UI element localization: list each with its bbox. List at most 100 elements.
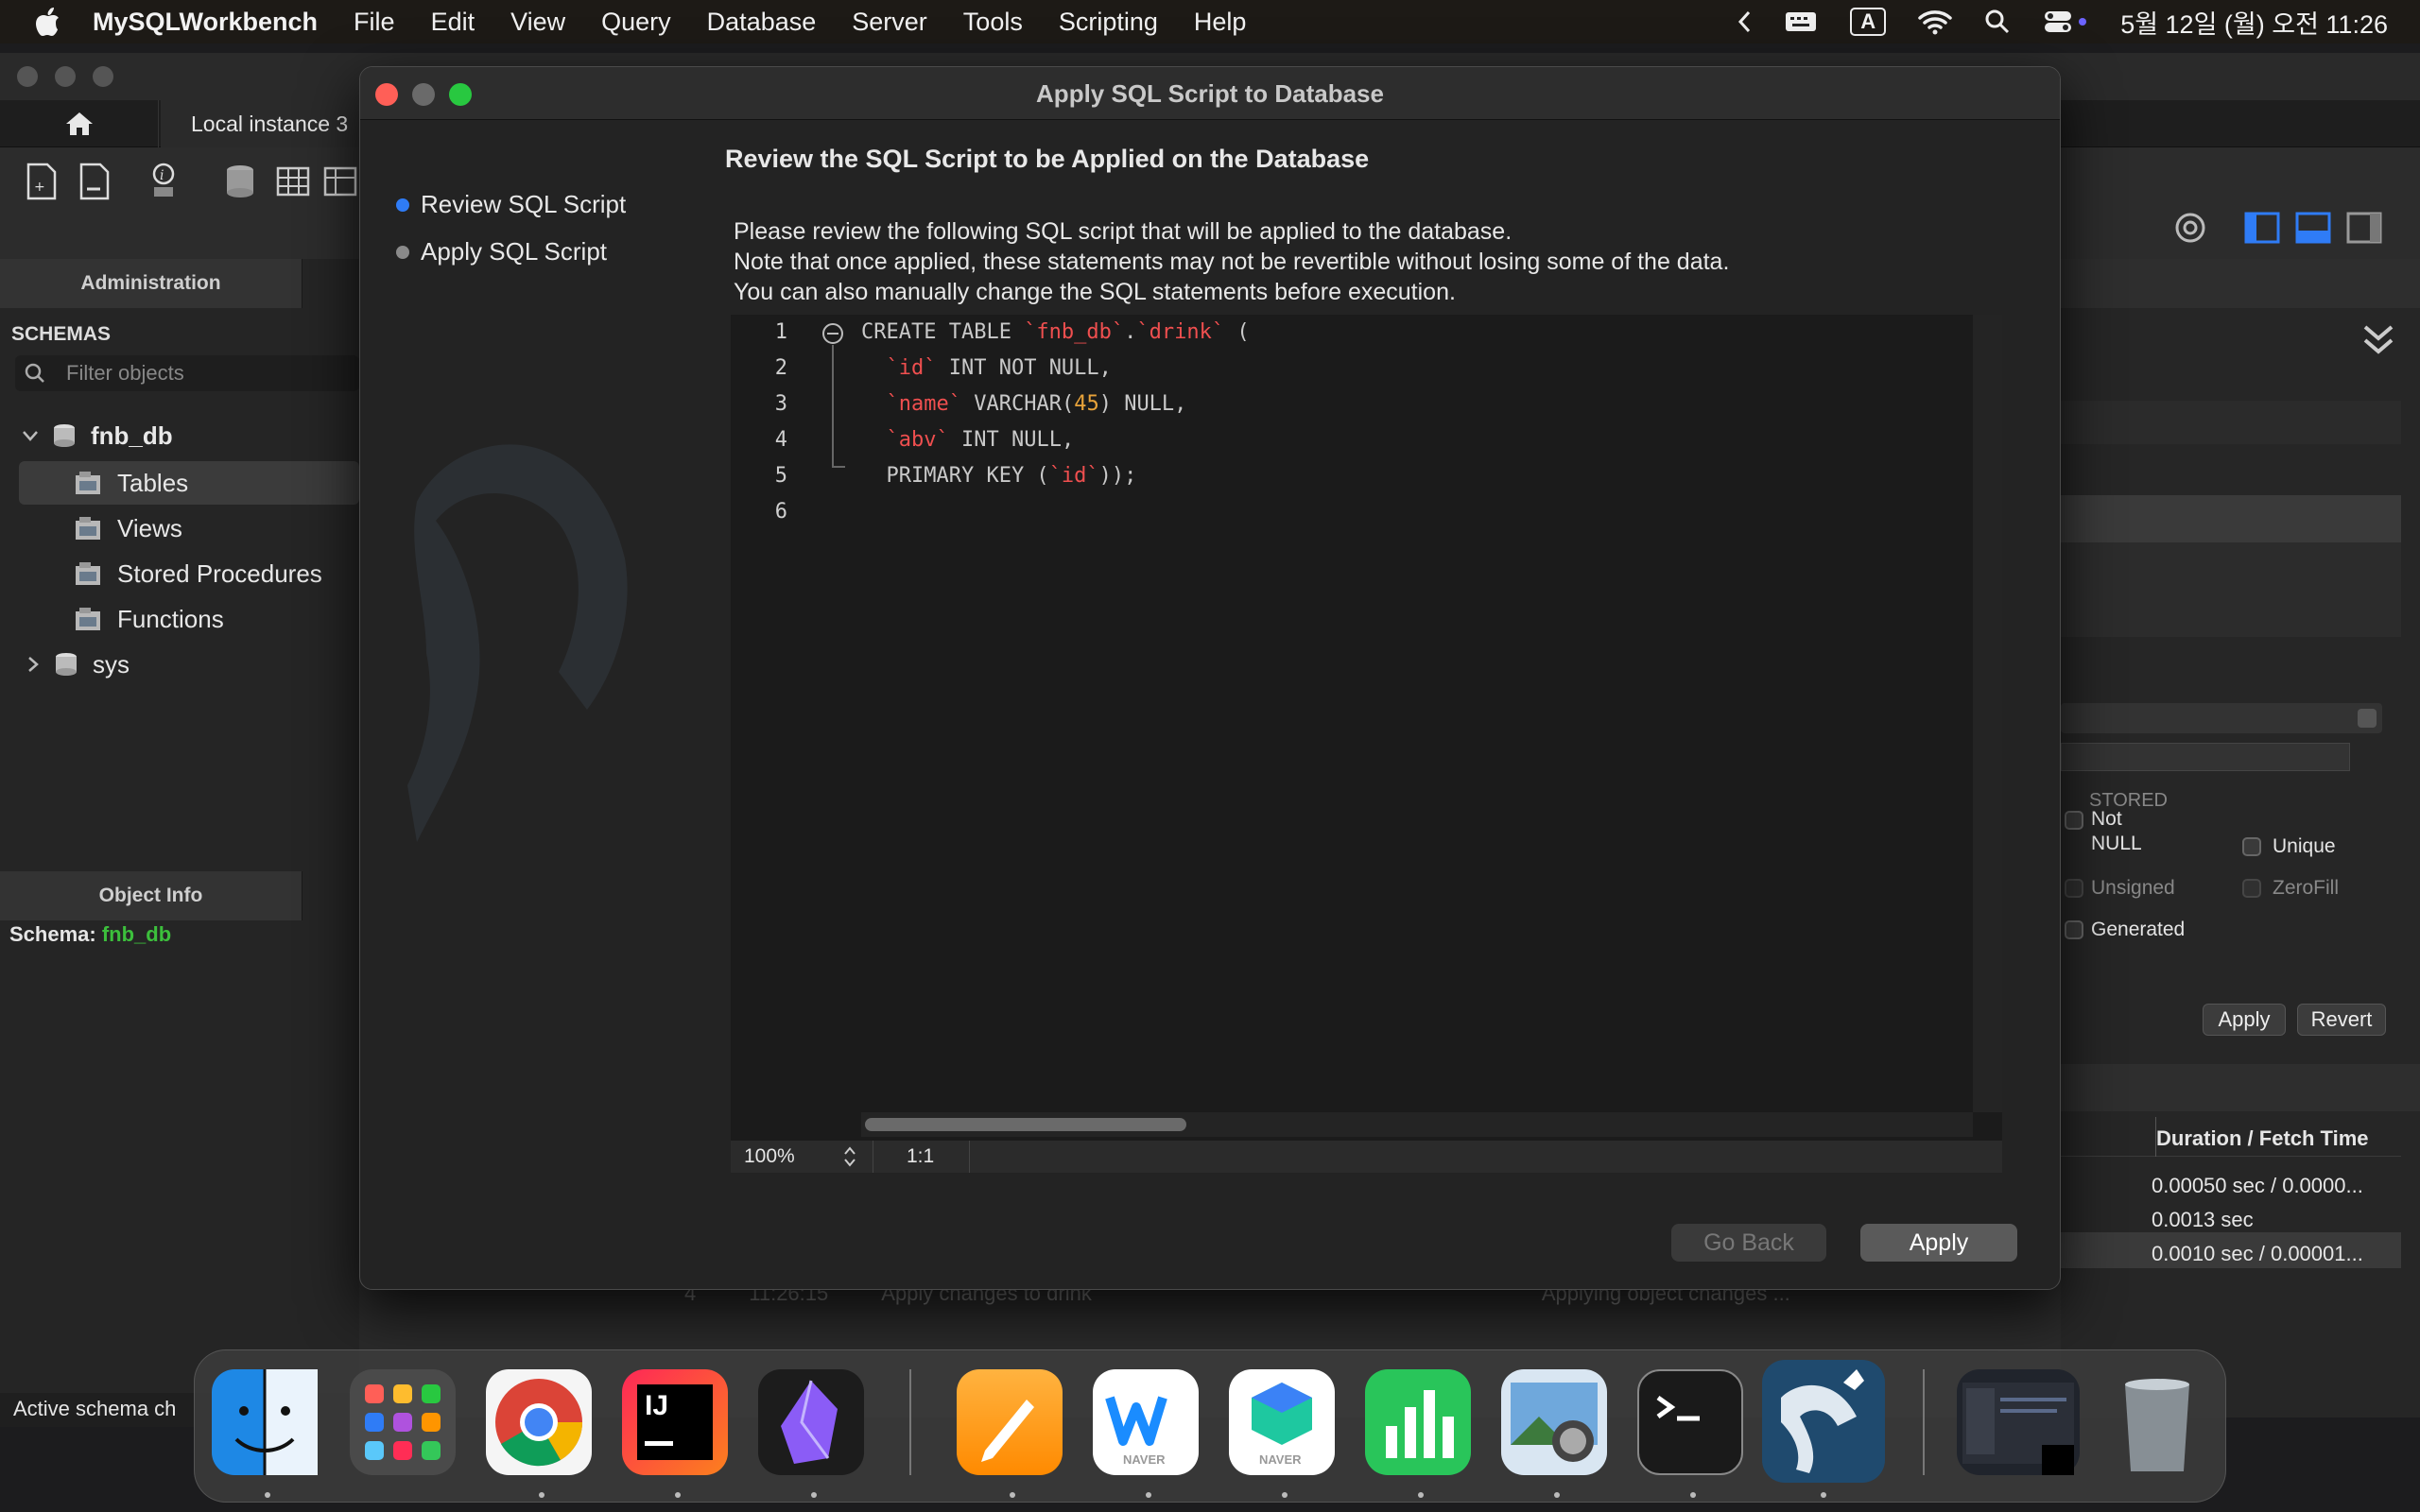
unsigned-label: Unsigned [2091,877,2175,899]
svg-text:+: + [34,180,45,195]
fold-collapse-icon[interactable] [821,322,844,345]
pages-icon[interactable] [957,1369,1063,1475]
menu-help[interactable]: Help [1194,8,1247,37]
open-sql-script-icon[interactable] [76,161,113,202]
duration-column-header[interactable]: Duration / Fetch Time [2156,1126,2369,1151]
toggle-sidebar-icon[interactable] [2244,212,2280,244]
numbers-icon[interactable] [1365,1369,1471,1475]
sql-line-3: `name` VARCHAR(45) NULL, [886,392,1187,416]
menu-file[interactable]: File [354,8,395,37]
apple-icon[interactable] [34,7,60,37]
horizontal-scrollbar-track[interactable] [861,1112,1973,1137]
horizontal-scrollbar-thumb[interactable] [865,1118,1186,1131]
running-indicator [265,1492,270,1498]
default-value-input[interactable] [2061,743,2350,771]
duration-cell-3: 0.0010 sec / 0.00001... [2152,1242,2363,1265]
create-view-icon[interactable] [321,161,359,202]
naver-whale-icon[interactable]: NAVER [1093,1369,1199,1475]
close-window-button[interactable] [17,66,38,87]
tab-local-instance[interactable]: Local instance 3 [161,100,369,147]
dialog-heading: Review the SQL Script to be Applied on t… [725,145,1370,173]
column-revert-button[interactable]: Revert [2297,1004,2386,1036]
mysql-workbench-icon[interactable] [1762,1360,1885,1483]
not-null-checkbox[interactable] [2065,811,2083,830]
apply-button[interactable]: Apply [1860,1224,2017,1262]
settings-gear-icon[interactable] [2172,210,2208,246]
chevron-right-icon[interactable] [26,655,40,674]
filter-objects-input[interactable]: Filter objects [15,355,359,391]
tree-item-sys[interactable]: sys [26,643,130,686]
datatype-select[interactable] [2061,703,2382,733]
generated-label: Generated [2091,919,2186,940]
chevron-left-icon[interactable] [1737,9,1752,34]
tree-label-sys: sys [93,649,130,679]
menu-database[interactable]: Database [707,8,817,37]
toggle-output-panel-icon[interactable] [2295,212,2331,244]
spotlight-search-icon[interactable] [1984,9,2011,35]
tree-item-functions[interactable]: Functions [74,597,224,641]
intellij-underscore [645,1441,673,1446]
unique-checkbox[interactable] [2242,837,2261,856]
navigator-sidebar: Administration SCHEMAS Filter objects fn… [0,259,359,1427]
input-source-icon[interactable]: A [1850,8,1887,36]
menu-query[interactable]: Query [601,8,671,37]
go-back-button[interactable]: Go Back [1671,1224,1826,1262]
terminal-icon[interactable] [1637,1369,1743,1475]
column-row-selected[interactable] [2061,495,2401,542]
trash-icon[interactable] [2104,1369,2210,1475]
menu-view[interactable]: View [510,8,565,37]
app-menu[interactable]: MySQLWorkbench [93,8,318,37]
keyboard-icon[interactable] [1784,9,1818,34]
tree-item-tables[interactable]: Tables [74,461,188,505]
menu-server[interactable]: Server [852,8,927,37]
dialog-zoom-button[interactable] [449,83,472,106]
preview-icon[interactable] [1501,1369,1607,1475]
control-center-icon[interactable] [2043,9,2088,35]
zoom-window-button[interactable] [93,66,113,87]
inspector-icon[interactable]: i [147,161,184,202]
folder-view-icon [74,515,104,541]
create-schema-icon[interactable] [221,161,259,202]
running-indicator [1690,1492,1696,1498]
running-indicator [675,1492,681,1498]
finder-icon[interactable] [212,1369,318,1475]
menu-tools[interactable]: Tools [963,8,1023,37]
chrome-icon[interactable] [486,1369,592,1475]
window-thumbnail-icon[interactable] [1957,1369,2080,1475]
column-apply-button[interactable]: Apply [2203,1004,2286,1036]
tree-item-views[interactable]: Views [74,507,182,550]
column-row[interactable] [2061,401,2401,444]
launchpad-icon[interactable] [350,1369,456,1475]
step-inactive-dot-icon [396,245,409,259]
zoom-level[interactable]: 100% [744,1145,795,1168]
zoom-stepper-icon[interactable] [842,1144,857,1169]
sql-script-editor[interactable]: 1 2 3 4 5 6 CREATE TABLE `fnb_db`.`drink… [731,315,2002,1173]
intellij-icon[interactable]: IJ [622,1369,728,1475]
home-tab[interactable] [0,100,159,147]
description-line-3: You can also manually change the SQL sta… [734,279,1456,305]
dialog-close-button[interactable] [375,83,398,106]
step-review-label: Review SQL Script [421,190,627,218]
tree-item-fnb_db[interactable]: fnb_db [21,414,173,457]
dialog-minimize-button [412,83,435,106]
menu-edit[interactable]: Edit [431,8,475,37]
tab-object-info[interactable]: Object Info [0,871,302,920]
chevron-double-down-icon[interactable] [2360,321,2397,359]
clock-datetime[interactable]: 5월 12일 (월) 오전 11:26 [2120,4,2388,41]
output-header-area [2061,1064,2420,1111]
vertical-scrollbar-track[interactable] [1973,315,2002,1112]
wifi-icon[interactable] [1918,9,1952,35]
menu-scripting[interactable]: Scripting [1059,8,1158,37]
chevron-down-icon[interactable] [21,426,40,445]
zerofill-checkbox[interactable] [2242,879,2261,898]
tree-item-stored-procedures[interactable]: Stored Procedures [74,552,322,595]
generated-checkbox[interactable] [2065,920,2083,939]
obsidian-icon[interactable] [758,1369,864,1475]
tab-administration[interactable]: Administration [0,259,302,308]
minimize-window-button[interactable] [55,66,76,87]
unsigned-checkbox[interactable] [2065,879,2083,898]
new-sql-tab-icon[interactable]: + [23,161,60,202]
toggle-secondary-sidebar-icon[interactable] [2346,212,2382,244]
naver-box-icon[interactable]: NAVER [1229,1369,1335,1475]
create-table-icon[interactable] [274,161,312,202]
